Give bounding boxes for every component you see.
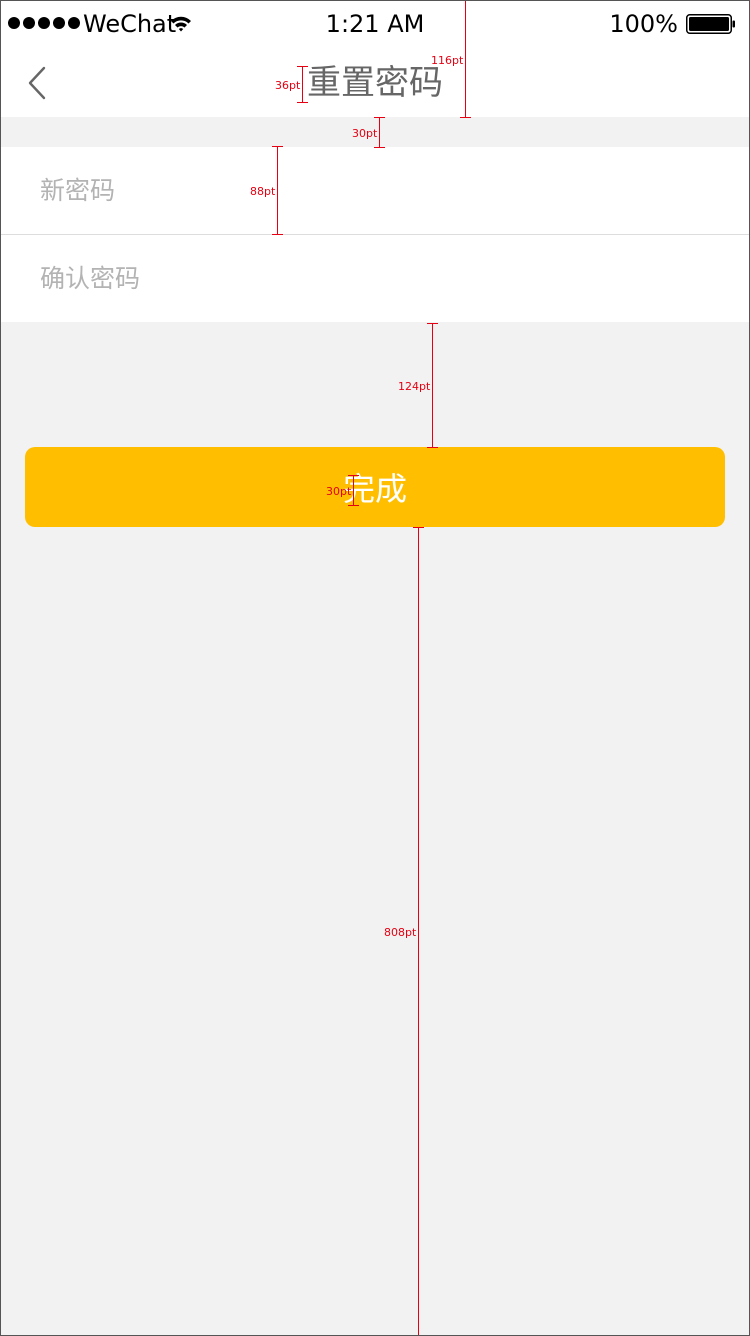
password-form bbox=[0, 147, 750, 322]
battery-icon bbox=[686, 14, 735, 34]
confirm-password-row bbox=[0, 234, 750, 322]
nav-bar: 重置密码 bbox=[0, 48, 750, 117]
status-bar: WeChat 1:21 AM 100% bbox=[0, 0, 750, 48]
page-title: 重置密码 bbox=[307, 63, 443, 103]
new-password-input[interactable] bbox=[40, 176, 720, 205]
new-password-row bbox=[0, 147, 750, 234]
battery-percent: 100% bbox=[609, 10, 678, 38]
done-button[interactable]: 完成 bbox=[25, 447, 725, 527]
confirm-password-input[interactable] bbox=[40, 264, 720, 293]
